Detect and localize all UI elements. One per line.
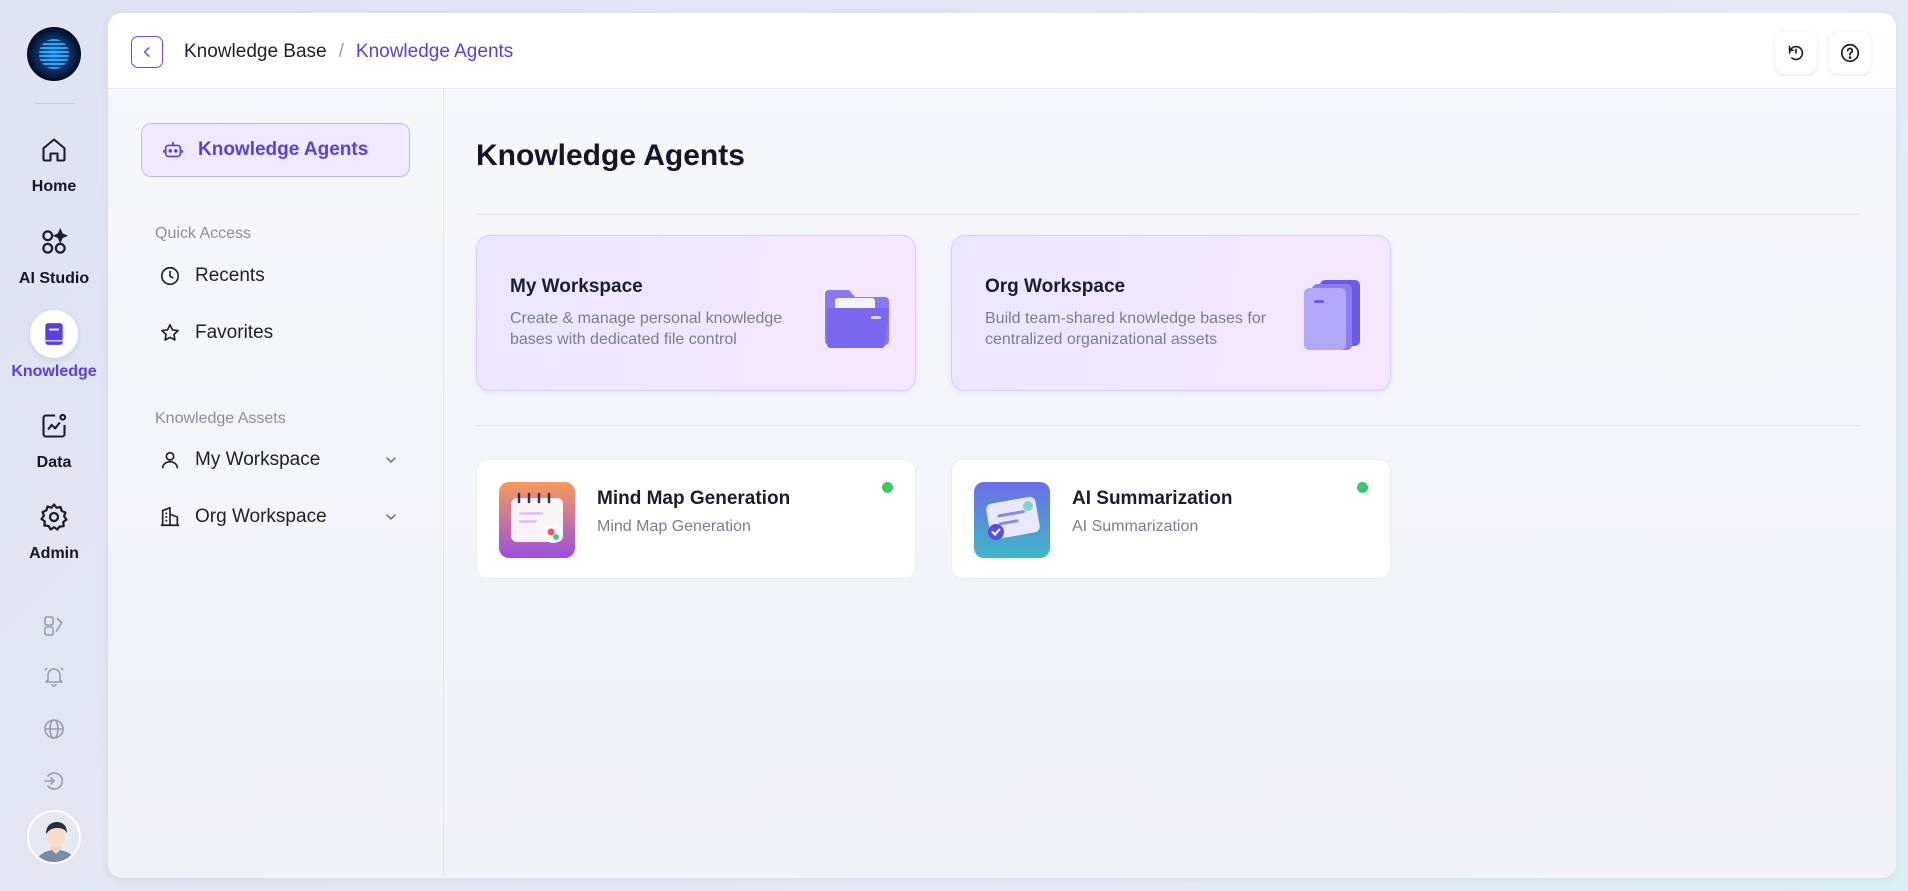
help-button[interactable] — [1829, 32, 1871, 74]
agent-name: AI Summarization — [1072, 488, 1233, 509]
nav-item-my-workspace[interactable]: My Workspace — [159, 449, 399, 471]
chevron-left-icon — [143, 47, 150, 57]
nav-item-favorites[interactable]: Favorites — [159, 322, 399, 344]
rail-divider — [34, 103, 74, 104]
page-title: Knowledge Agents — [476, 139, 745, 172]
home-icon — [34, 130, 74, 170]
status-dot — [1357, 482, 1368, 493]
robot-icon — [163, 141, 183, 158]
app-logo[interactable] — [27, 27, 81, 81]
chart-icon — [34, 406, 74, 446]
rail-item-label: Knowledge — [11, 363, 97, 380]
user-icon — [161, 451, 179, 469]
binders-icon — [1296, 274, 1370, 354]
ai-studio-icon — [34, 222, 74, 262]
nav-item-label: Org Workspace — [195, 506, 327, 527]
mind-map-icon — [499, 482, 575, 558]
quick-access-heading: Quick Access — [155, 225, 252, 242]
workspace-card-title: Org Workspace — [985, 276, 1126, 297]
chevron-down-icon[interactable] — [383, 452, 399, 468]
star-icon — [161, 323, 179, 341]
nav-item-label: Recents — [195, 265, 265, 286]
summarization-icon — [974, 482, 1050, 558]
main-panel: Knowledge Base / Knowledge Agents Knowle… — [108, 13, 1896, 878]
folder-icon — [821, 274, 895, 354]
rail-item-label: AI Studio — [18, 270, 90, 287]
status-dot — [882, 482, 893, 493]
my-workspace-card[interactable]: My Workspace Create & manage personal kn… — [476, 235, 916, 391]
nav-item-label: Favorites — [195, 322, 274, 343]
agent-card-mind-map[interactable]: Mind Map Generation Mind Map Generation — [476, 459, 916, 579]
top-bar: Knowledge Base / Knowledge Agents — [108, 13, 1896, 89]
history-icon — [1788, 45, 1804, 61]
back-button[interactable] — [131, 36, 163, 68]
history-button[interactable] — [1775, 32, 1817, 74]
agent-card-ai-summarization[interactable]: AI Summarization AI Summarization — [951, 459, 1391, 579]
nav-item-recents[interactable]: Recents — [159, 265, 399, 287]
sub-navigation: Knowledge Agents Quick Access Recents Fa… — [108, 89, 444, 878]
rail-item-data[interactable]: Data — [0, 406, 108, 472]
title-divider — [476, 214, 1860, 215]
breadcrumb-root[interactable]: Knowledge Base — [184, 41, 327, 63]
org-workspace-card[interactable]: Org Workspace Build team-shared knowledg… — [951, 235, 1391, 391]
building-icon — [160, 507, 180, 527]
section-divider — [476, 425, 1860, 426]
book-icon — [30, 310, 78, 358]
breadcrumb: Knowledge Base / Knowledge Agents — [184, 41, 513, 63]
shapes-icon[interactable] — [38, 610, 70, 642]
nav-item-label: My Workspace — [195, 449, 321, 470]
chevron-down-icon[interactable] — [383, 509, 399, 525]
logout-icon[interactable] — [38, 765, 70, 797]
clock-icon — [160, 266, 180, 286]
agent-subtitle: AI Summarization — [1072, 518, 1199, 535]
workspace-card-description: Create & manage personal knowledge bases… — [510, 310, 783, 348]
rail-item-admin[interactable]: Admin — [0, 497, 108, 563]
agent-subtitle: Mind Map Generation — [597, 518, 751, 535]
globe-icon[interactable] — [38, 713, 70, 745]
rail-item-label: Home — [31, 178, 77, 195]
breadcrumb-separator: / — [338, 41, 344, 62]
breadcrumb-current: Knowledge Agents — [355, 41, 514, 62]
nav-item-knowledge-agents[interactable]: Knowledge Agents — [141, 123, 410, 177]
agent-name: Mind Map Generation — [597, 488, 791, 509]
workspace-card-description: Build team-shared knowledge bases for ce… — [985, 310, 1267, 348]
rail-item-label: Admin — [29, 545, 79, 562]
left-rail: Home AI Studio Knowledge Data Admin — [0, 0, 108, 891]
knowledge-assets-heading: Knowledge Assets — [155, 410, 286, 427]
rail-item-ai-studio[interactable]: AI Studio — [0, 222, 108, 288]
help-icon — [1840, 43, 1860, 63]
user-avatar[interactable] — [27, 810, 81, 864]
gear-icon — [34, 497, 74, 537]
rail-item-knowledge[interactable]: Knowledge — [0, 310, 108, 381]
nav-item-label: Knowledge Agents — [198, 139, 369, 160]
bell-icon[interactable] — [38, 660, 70, 692]
workspace-card-title: My Workspace — [510, 276, 643, 297]
rail-item-label: Data — [36, 454, 72, 471]
nav-item-org-workspace[interactable]: Org Workspace — [159, 506, 399, 528]
rail-item-home[interactable]: Home — [0, 130, 108, 196]
